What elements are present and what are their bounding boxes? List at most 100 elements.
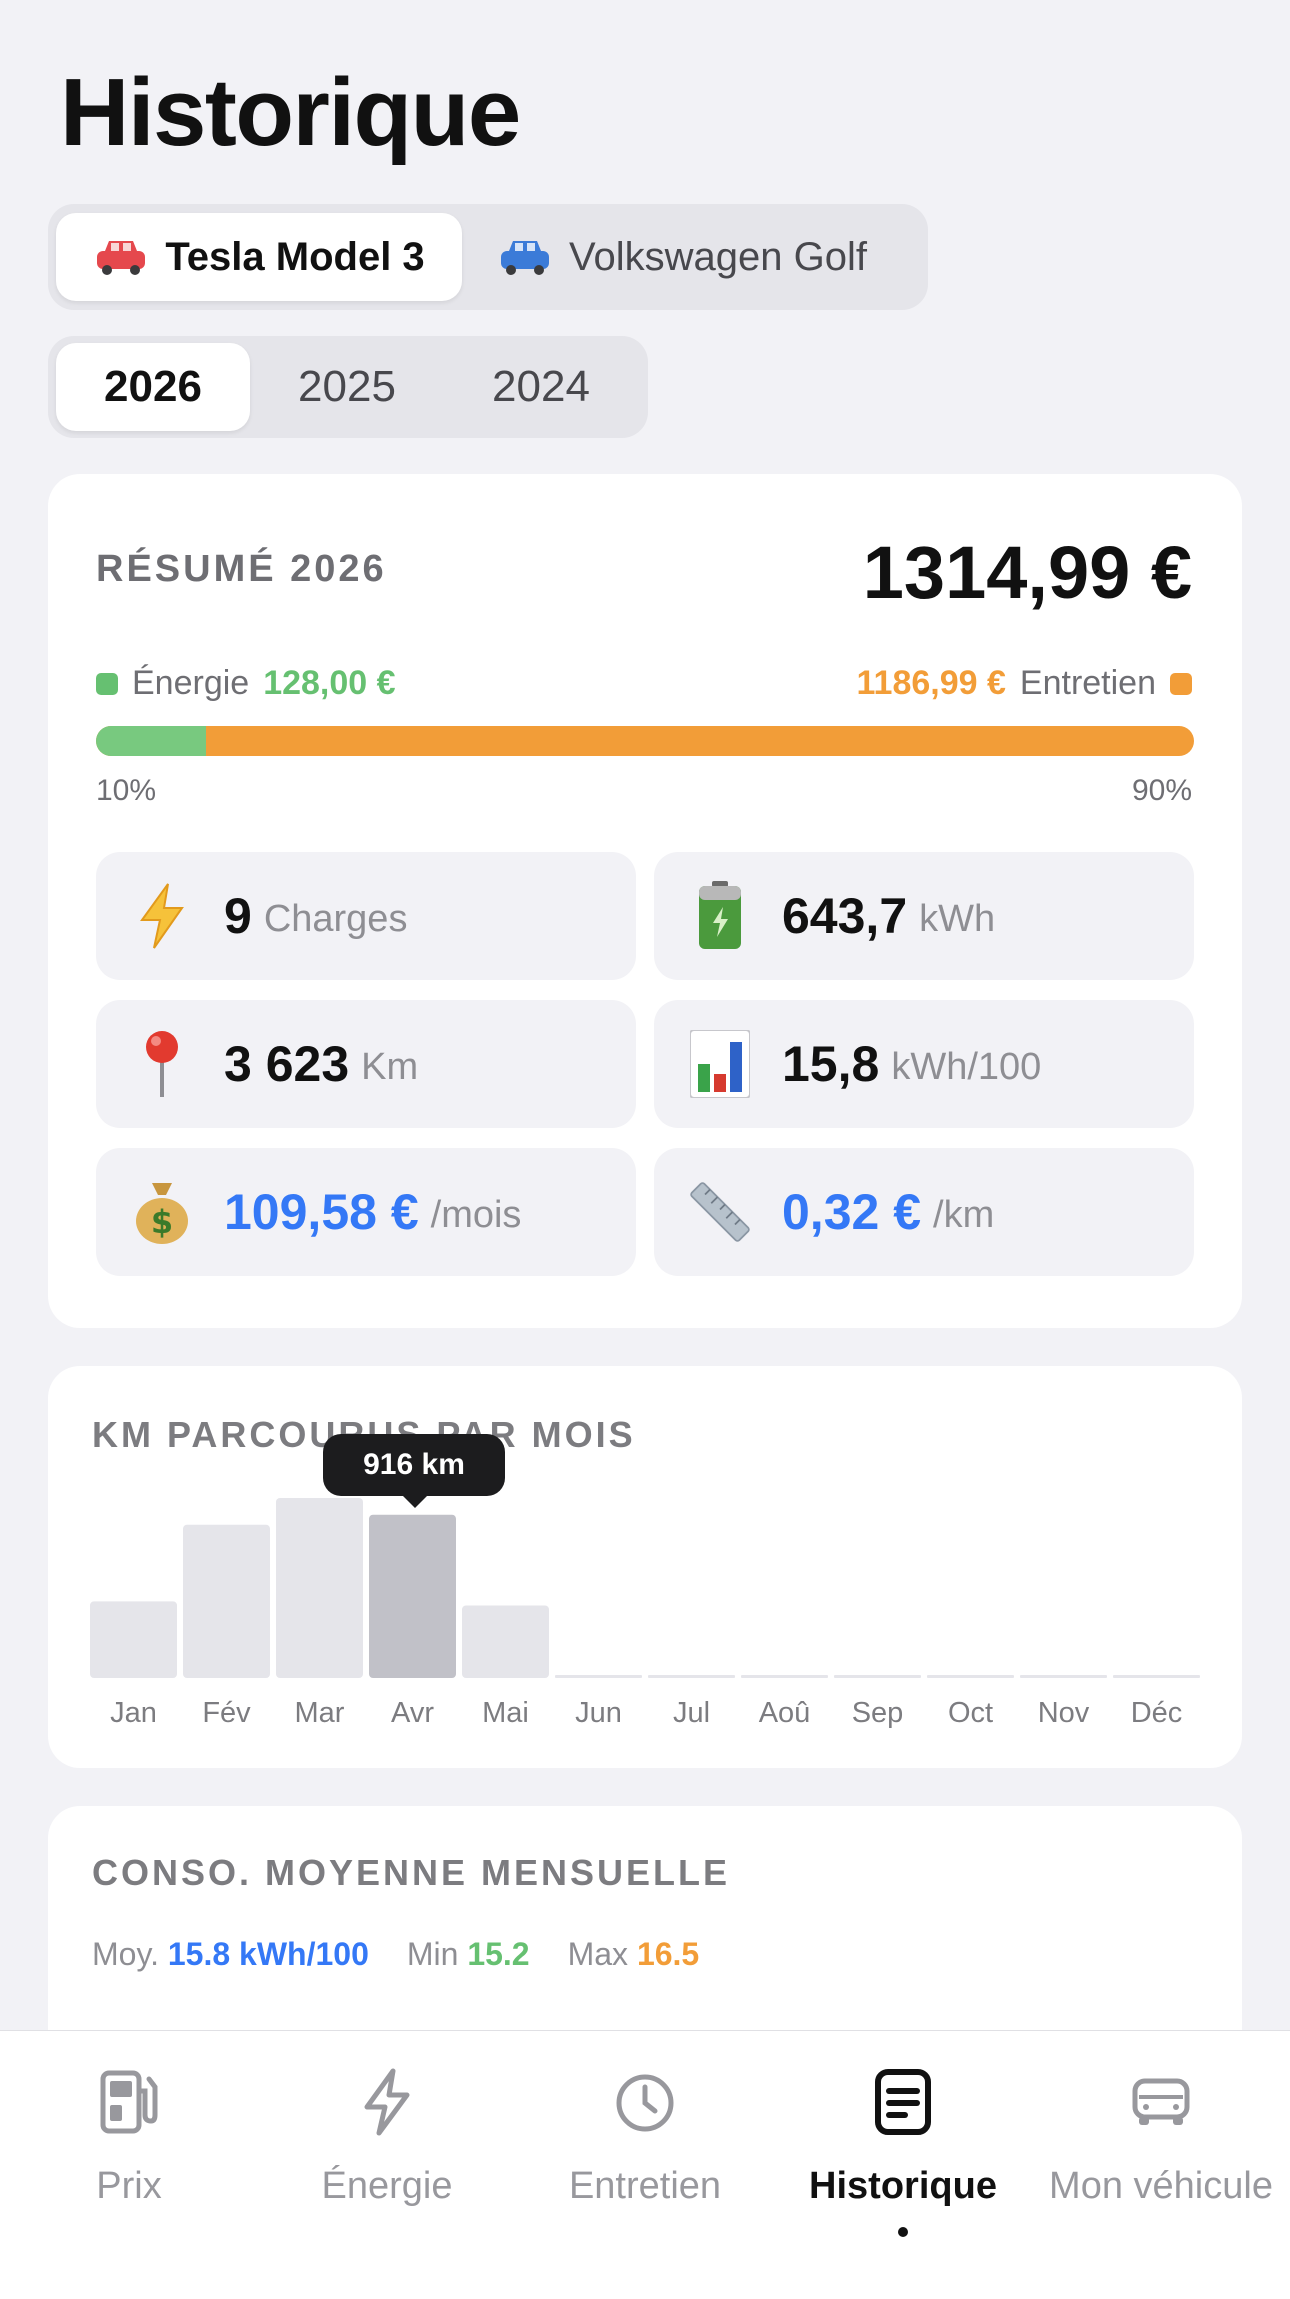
- min-label: Min: [406, 1936, 459, 1972]
- summary-total: 1314,99 €: [862, 531, 1192, 614]
- vehicle-selector: Tesla Model 3 Volkswagen Golf: [48, 204, 928, 310]
- x-tick-label: Mar: [295, 1697, 345, 1729]
- maintenance-legend-label: Entretien: [1019, 664, 1156, 702]
- km-chart-card: Jan Fév Mar Avr Mai Jun Jul Aoû Sep Oct Nov Déc KM …: [48, 1366, 1242, 1768]
- consumption-stats: Moy. 15.8 kWh/100 Min 15.2 Max 16.5: [92, 1936, 699, 1973]
- maintenance-percent: 90%: [1131, 774, 1192, 807]
- x-tick-label: Fév: [202, 1697, 251, 1729]
- bar-Aoû[interactable]: [741, 1675, 828, 1678]
- document-icon: [875, 2069, 931, 2135]
- avg-label: Moy.: [92, 1936, 159, 1972]
- stat-unit: /km: [933, 1193, 995, 1236]
- bar-Oct[interactable]: [927, 1675, 1014, 1678]
- car-icon: [1132, 2078, 1190, 2125]
- energy-fill: [96, 726, 206, 756]
- stat-unit: /mois: [430, 1193, 522, 1236]
- bar-Jun[interactable]: [555, 1675, 642, 1678]
- tab-prix[interactable]: Prix: [0, 2031, 258, 2299]
- energy-legend-dot: [96, 672, 118, 695]
- x-tick-label: Jul: [673, 1697, 710, 1729]
- page-title: Historique: [60, 59, 521, 166]
- vehicle-label: Tesla Model 3: [165, 234, 425, 279]
- tab-bar: Prix Énergie Entretien Historique Mon vé…: [0, 2030, 1290, 2299]
- x-tick-label: Jan: [110, 1697, 157, 1729]
- vehicle-option-golf[interactable]: Volkswagen Golf: [462, 213, 902, 301]
- stat-value: 3 623: [224, 1036, 350, 1092]
- bar-Fév[interactable]: [183, 1524, 270, 1678]
- fuel-pump-icon: [100, 2070, 158, 2134]
- tab-mon-vehicule[interactable]: Mon véhicule: [1032, 2031, 1290, 2299]
- summary-card: RÉSUMÉ 2026 1314,99 € Énergie 128,00 € 1…: [48, 474, 1242, 1328]
- stat-unit: kWh: [919, 897, 996, 940]
- x-tick-label: Sep: [852, 1697, 904, 1729]
- stat-energy: 643,7 kWh: [654, 852, 1194, 980]
- bar-Nov[interactable]: [1020, 1675, 1107, 1678]
- tab-label: Historique: [809, 2165, 997, 2207]
- tab-historique[interactable]: Historique: [774, 2031, 1032, 2299]
- stat-distance: 3 623 Km: [96, 1000, 636, 1128]
- stat-monthly: $ 109,58 € /mois: [96, 1148, 636, 1276]
- stat-unit: Km: [361, 1045, 419, 1088]
- tab-energie[interactable]: Énergie: [258, 2031, 516, 2299]
- x-tick-label: Aoû: [759, 1697, 811, 1729]
- max-label: Max: [567, 1936, 629, 1972]
- chart-tooltip: 916 km: [323, 1434, 505, 1508]
- maintenance-legend-value: 1186,99 €: [856, 664, 1006, 702]
- stat-value: 9: [224, 888, 252, 944]
- x-tick-label: Nov: [1038, 1697, 1090, 1729]
- maintenance-legend: 1186,99 € Entretien: [857, 664, 1192, 703]
- vehicle-option-tesla[interactable]: Tesla Model 3: [56, 213, 462, 301]
- tab-label: Entretien: [568, 2165, 722, 2207]
- clock-icon: [616, 2074, 674, 2132]
- stat-value: 109,58 €: [224, 1184, 419, 1240]
- max-value: 16.5: [636, 1936, 700, 1972]
- tab-label: Mon véhicule: [1049, 2165, 1273, 2207]
- svg-text:$: $: [151, 1203, 173, 1241]
- x-tick-label: Oct: [948, 1697, 993, 1729]
- active-indicator: [898, 2227, 908, 2237]
- year-selector: 2026 2025 2024: [48, 336, 648, 438]
- bar-Déc[interactable]: [1113, 1675, 1200, 1678]
- blue-car-icon: [501, 241, 550, 275]
- bar-Jan[interactable]: [90, 1601, 177, 1678]
- cost-split-bar: [96, 726, 1194, 756]
- tab-entretien[interactable]: Entretien: [516, 2031, 774, 2299]
- consumption-min: Min 15.2: [407, 1936, 530, 1973]
- consumption-max: Max 16.5: [568, 1936, 700, 1973]
- energy-legend-value: 128,00 €: [263, 664, 396, 702]
- red-car-icon: [97, 241, 146, 275]
- tab-label: Énergie: [321, 2165, 453, 2207]
- year-option-2026[interactable]: 2026: [56, 343, 250, 431]
- vehicle-label: Volkswagen Golf: [569, 234, 867, 279]
- avg-value: 15.8 kWh/100: [167, 1936, 369, 1972]
- stat-charges: 9 Charges: [96, 852, 636, 980]
- energy-percent: 10%: [96, 774, 157, 807]
- consumption-title: CONSO. MOYENNE MENSUELLE: [92, 1852, 731, 1893]
- stat-unit: Charges: [263, 897, 408, 940]
- bar-Mai[interactable]: [462, 1605, 549, 1678]
- summary-label: RÉSUMÉ 2026: [96, 548, 387, 590]
- stat-consumption: 15,8 kWh/100: [654, 1000, 1194, 1128]
- x-tick-label: Jun: [575, 1697, 622, 1729]
- stat-value: 643,7: [782, 888, 908, 944]
- pin-icon: [132, 1029, 192, 1099]
- consumption-avg: Moy. 15.8 kWh/100: [92, 1936, 369, 1973]
- bar-chart-icon: [690, 1029, 750, 1099]
- year-option-2024[interactable]: 2024: [444, 343, 638, 431]
- bar-Mar[interactable]: [276, 1498, 363, 1678]
- year-option-2025[interactable]: 2025: [250, 343, 444, 431]
- ruler-icon: [690, 1177, 750, 1247]
- x-tick-label: Avr: [391, 1697, 434, 1729]
- lightning-icon: [364, 2068, 410, 2136]
- bar-Jul[interactable]: [648, 1675, 735, 1678]
- maintenance-legend-dot: [1170, 672, 1192, 695]
- tab-label: Prix: [96, 2165, 162, 2207]
- battery-icon: [690, 881, 750, 951]
- stat-unit: kWh/100: [891, 1045, 1042, 1088]
- bar-Sep[interactable]: [834, 1675, 921, 1678]
- lightning-icon: [132, 881, 192, 951]
- energy-legend-label: Énergie: [132, 664, 250, 702]
- bar-Avr[interactable]: [369, 1514, 456, 1678]
- min-value: 15.2: [467, 1936, 530, 1972]
- x-tick-label: Mai: [482, 1697, 529, 1729]
